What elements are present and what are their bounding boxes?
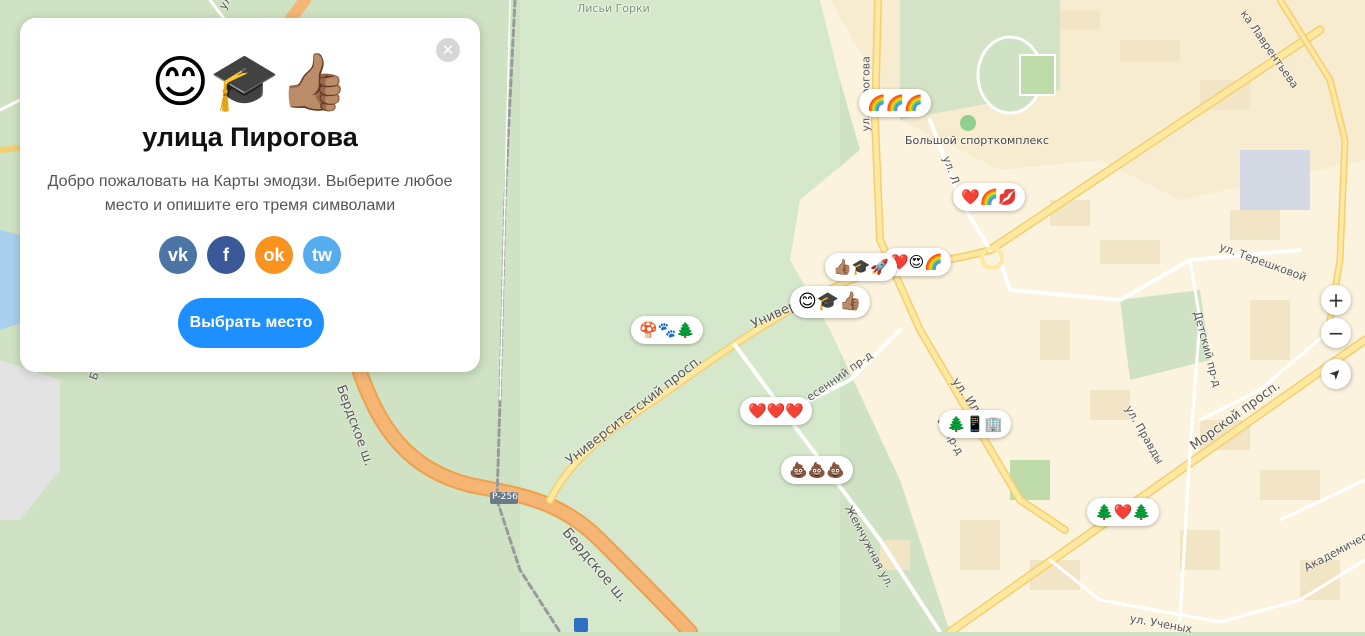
place-card: ✕ 😊🎓👍🏽 улица Пирогова Добро пожаловать н…	[20, 18, 480, 372]
vk-share-button[interactable]: vk	[159, 236, 197, 274]
facebook-share-button[interactable]: f	[207, 236, 245, 274]
zoom-out-button[interactable]: −	[1321, 318, 1351, 348]
twitter-share-button[interactable]: tw	[303, 236, 341, 274]
pin-tree-phone-office[interactable]: 🌲📱🏢	[939, 410, 1012, 438]
pin-three-poops[interactable]: 💩💩💩	[781, 456, 854, 484]
pin-thumb-grad-rocket[interactable]: 👍🏽🎓🚀	[825, 253, 898, 281]
pin-selected[interactable]: 😊🎓👍🏽	[790, 286, 870, 318]
label-r256: Р-256	[492, 492, 518, 502]
social-share-buttons: vk f ok tw	[20, 236, 480, 274]
pin-rainbows[interactable]: 🌈🌈🌈	[859, 89, 932, 117]
zoom-in-button[interactable]: +	[1321, 285, 1351, 315]
pin-mushroom-paws-tree[interactable]: 🍄🐾🌲	[631, 316, 704, 344]
card-description: Добро пожаловать на Карты эмодзи. Выбери…	[47, 173, 453, 214]
pin-tree-heart-tree[interactable]: 🌲❤️🌲	[1087, 498, 1160, 526]
card-title: улица Пирогова	[142, 122, 358, 152]
label-lisi-gorki: Лисьи Горки	[577, 2, 650, 15]
label-sport-complex: Большой спорткомплекс	[905, 134, 1049, 147]
pin-three-hearts[interactable]: ❤️❤️❤️	[740, 397, 813, 425]
pin-heart-rainbow-kiss[interactable]: ❤️🌈💋	[953, 183, 1026, 211]
card-emoji-triplet: 😊🎓👍🏽	[151, 50, 349, 115]
choose-place-button[interactable]: Выбрать место	[178, 298, 324, 348]
odnoklassniki-share-button[interactable]: ok	[255, 236, 293, 274]
